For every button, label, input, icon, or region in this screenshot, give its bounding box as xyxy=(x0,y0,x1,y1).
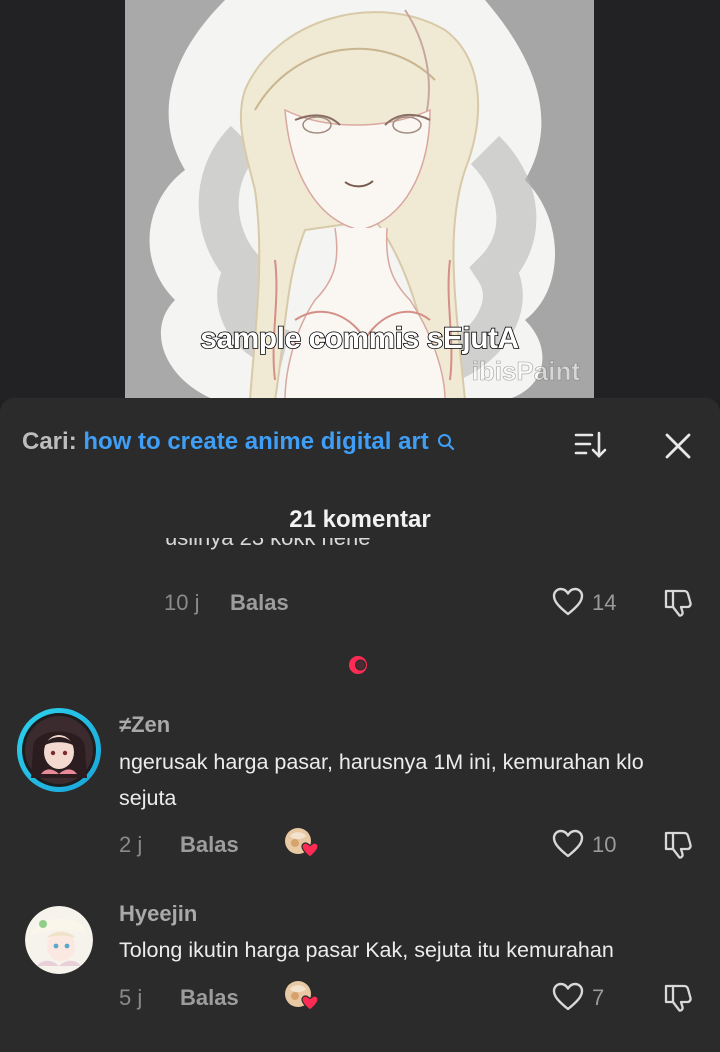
like-count: 10 xyxy=(592,832,617,857)
dislike-icon[interactable] xyxy=(662,586,694,618)
heart-icon[interactable] xyxy=(552,829,584,859)
related-search[interactable]: Cari: how to create anime digital art xyxy=(22,428,455,458)
ibispaint-watermark: ibisPaint xyxy=(471,356,580,387)
video-frame: sample commis sEjutA ibisPaint xyxy=(125,0,594,400)
video-player[interactable]: sample commis sEjutA ibisPaint xyxy=(0,0,720,400)
search-icon xyxy=(437,430,455,458)
reply-button[interactable]: Balas xyxy=(230,590,289,616)
close-button[interactable] xyxy=(660,428,696,464)
creator-liked-heart-icon xyxy=(285,981,319,1011)
comments-sheet: Cari: how to create anime digital art 21… xyxy=(0,398,720,1052)
reply-button[interactable]: Balas xyxy=(180,985,239,1011)
avatar-image xyxy=(25,906,93,974)
dislike-icon[interactable] xyxy=(662,828,694,860)
comment-time: 5 j xyxy=(119,985,143,1010)
dislike-icon[interactable] xyxy=(662,981,694,1013)
heart-icon[interactable] xyxy=(552,982,584,1012)
search-prefix-label: Cari: xyxy=(22,428,77,455)
username[interactable]: Hyeejin xyxy=(119,901,197,927)
comment-text: ngerusak harga pasar, harusnya 1M ini, k… xyxy=(119,750,644,810)
like-count: 7 xyxy=(592,985,605,1010)
avatar[interactable] xyxy=(17,708,101,792)
heart-icon[interactable] xyxy=(552,587,584,617)
search-query-link[interactable]: how to create anime digital art xyxy=(83,428,428,455)
reply-button[interactable]: Balas xyxy=(180,832,239,858)
creator-liked-heart-icon xyxy=(285,828,319,858)
sort-icon xyxy=(574,431,607,458)
comment-count-title: 21 komentar xyxy=(289,506,431,533)
comment-time: 10 j xyxy=(164,590,200,615)
avatar-image xyxy=(22,713,96,787)
close-icon xyxy=(665,433,691,459)
loading-indicator xyxy=(349,656,367,674)
video-caption: sample commis sEjutA xyxy=(199,321,520,356)
username[interactable]: ≠Zen xyxy=(119,712,170,738)
avatar[interactable] xyxy=(25,906,93,974)
comment-time: 2 j xyxy=(119,832,143,857)
sort-comments-button[interactable] xyxy=(572,428,612,462)
like-count: 14 xyxy=(592,590,617,615)
comment-text: Tolong ikutin harga pasar Kak, sejuta it… xyxy=(119,938,614,962)
comment-text-cutoff: usiinya 23 kokk hehe xyxy=(165,538,465,566)
